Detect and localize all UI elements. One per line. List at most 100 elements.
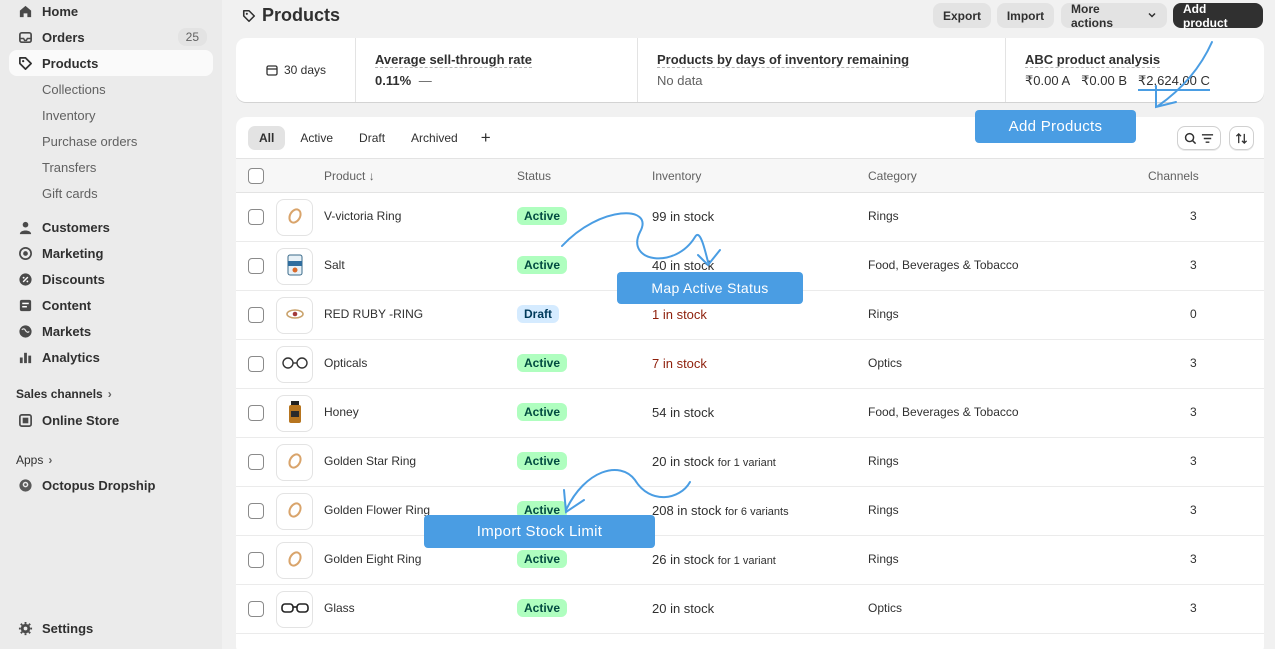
import-stock-limit-callout: Import Stock Limit	[424, 515, 655, 548]
sidebar-item-content[interactable]: Content	[9, 292, 213, 318]
category-value: Food, Beverages & Tobacco	[868, 405, 1019, 419]
channels-value: 3	[1190, 356, 1197, 370]
sidebar-item-marketing[interactable]: Marketing	[9, 240, 213, 266]
tab-draft[interactable]: Draft	[348, 126, 396, 150]
glasses-icon	[280, 601, 310, 618]
trend-dash: —	[418, 73, 432, 88]
tab-archived[interactable]: Archived	[400, 126, 469, 150]
search-filter-button[interactable]	[1177, 126, 1221, 150]
product-name[interactable]: Opticals	[324, 356, 367, 370]
target-icon	[18, 246, 33, 261]
row-checkbox[interactable]	[248, 552, 264, 568]
product-thumbnail	[276, 542, 313, 579]
channels-value: 3	[1190, 454, 1197, 468]
sidebar-subitem-gift-cards[interactable]: Gift cards	[42, 186, 98, 201]
select-all-checkbox[interactable]	[248, 168, 264, 184]
product-name[interactable]: RED RUBY -RING	[324, 307, 423, 321]
row-checkbox[interactable]	[248, 601, 264, 617]
sidebar-item-octopus-dropship[interactable]: Octopus Dropship	[9, 472, 213, 498]
inventory-variant-note: for 6 variants	[725, 506, 789, 518]
date-range-button[interactable]: 30 days	[236, 38, 356, 102]
discount-icon	[18, 272, 33, 287]
product-name[interactable]: V-victoria Ring	[324, 209, 401, 223]
inventory-value: 40 in stock	[652, 258, 715, 273]
table-row[interactable]: Golden Flower Ring Active 208 in stock f…	[236, 487, 1264, 536]
calendar-icon	[266, 64, 278, 76]
table-row[interactable]: Honey Active 54 in stock Food, Beverages…	[236, 389, 1264, 438]
inventory-value: 26 in stock	[652, 552, 715, 567]
product-name[interactable]: Salt	[324, 258, 345, 272]
status-badge: Active	[517, 256, 568, 274]
channels-value: 3	[1190, 405, 1197, 419]
column-header-category: Category	[868, 169, 917, 183]
export-button[interactable]: Export	[933, 3, 991, 28]
sidebar-item-analytics[interactable]: Analytics	[9, 344, 213, 370]
sidebar-item-label: Markets	[42, 323, 92, 339]
sidebar-item-orders[interactable]: Orders 25	[9, 24, 213, 50]
abc-values: ₹0.00 A ₹0.00 B ₹2,624.00 C	[1025, 73, 1245, 91]
sidebar-item-markets[interactable]: Markets	[9, 318, 213, 344]
more-actions-button[interactable]: More actions	[1061, 2, 1167, 30]
apps-section[interactable]: Apps ›	[16, 453, 52, 467]
product-name[interactable]: Golden Eight Ring	[324, 552, 421, 566]
abc-value-b: ₹0.00 B	[1081, 73, 1127, 88]
row-checkbox[interactable]	[248, 307, 264, 323]
table-row[interactable]: Glass Active 20 in stock Optics 3	[236, 585, 1264, 634]
sidebar-subitem-transfers[interactable]: Transfers	[42, 160, 96, 175]
home-icon	[18, 4, 33, 19]
page-title-text: Products	[262, 5, 341, 25]
row-checkbox[interactable]	[248, 503, 264, 519]
sidebar-subitem-inventory[interactable]: Inventory	[42, 108, 95, 123]
table-row[interactable]: Opticals Active 7 in stock Optics 3	[236, 340, 1264, 389]
chevron-right-icon: ›	[48, 453, 53, 467]
table-row[interactable]: Golden Eight Ring Active 26 in stock for…	[236, 536, 1264, 585]
sidebar-item-products[interactable]: Products	[9, 50, 213, 76]
table-row[interactable]: Golden Star Ring Active 20 in stock for …	[236, 438, 1264, 487]
sell-through-metric[interactable]: Average sell-through rate 0.11% —	[356, 38, 638, 102]
product-name[interactable]: Honey	[324, 405, 359, 419]
product-name[interactable]: Golden Flower Ring	[324, 503, 430, 517]
row-checkbox[interactable]	[248, 356, 264, 372]
sidebar-item-label: Octopus Dropship	[42, 477, 156, 493]
column-header-product[interactable]: Product ↓	[324, 169, 375, 183]
import-button[interactable]: Import	[997, 3, 1054, 28]
column-header-inventory: Inventory	[652, 169, 702, 183]
channels-value: 3	[1190, 258, 1197, 272]
sell-through-value-row: 0.11% —	[375, 73, 618, 88]
sidebar: Home Orders 25 Products Collections Inve…	[0, 0, 222, 649]
days-inventory-metric[interactable]: Products by days of inventory remaining …	[638, 38, 1006, 102]
channels-value: 0	[1190, 307, 1197, 321]
product-name[interactable]: Golden Star Ring	[324, 454, 416, 468]
sidebar-item-discounts[interactable]: Discounts	[9, 266, 213, 292]
row-checkbox[interactable]	[248, 454, 264, 470]
product-name[interactable]: Glass	[324, 601, 355, 615]
tab-active[interactable]: Active	[289, 126, 344, 150]
sidebar-item-customers[interactable]: Customers	[9, 214, 213, 240]
add-product-button[interactable]: Add product	[1173, 2, 1263, 30]
category-value: Rings	[868, 552, 899, 566]
globe-icon	[18, 324, 33, 339]
sidebar-item-settings[interactable]: Settings	[9, 615, 213, 641]
add-view-button[interactable]: +	[473, 127, 499, 149]
sidebar-subitem-collections[interactable]: Collections	[42, 82, 106, 97]
abc-analysis-metric[interactable]: ABC product analysis ₹0.00 A ₹0.00 B ₹2,…	[1006, 38, 1264, 102]
status-badge: Active	[517, 550, 568, 568]
sidebar-item-label: Analytics	[42, 349, 100, 365]
tab-all[interactable]: All	[248, 126, 286, 150]
table-row[interactable]: V-victoria Ring Active 99 in stock Rings…	[236, 193, 1264, 242]
product-thumbnail	[276, 395, 313, 432]
inventory-value: 20 in stock	[652, 601, 715, 616]
sort-button[interactable]	[1229, 126, 1254, 150]
sales-channels-section[interactable]: Sales channels ›	[16, 387, 112, 401]
row-checkbox[interactable]	[248, 405, 264, 421]
row-checkbox[interactable]	[248, 209, 264, 225]
inventory-variant-note: for 1 variant	[717, 457, 776, 469]
product-thumbnail	[276, 591, 313, 628]
filter-tabs: All Active Draft Archived +	[248, 126, 499, 150]
row-checkbox[interactable]	[248, 258, 264, 274]
sidebar-item-online-store[interactable]: Online Store	[9, 407, 213, 433]
sidebar-subitem-purchase-orders[interactable]: Purchase orders	[42, 134, 137, 149]
category-value: Food, Beverages & Tobacco	[868, 258, 1019, 272]
sidebar-item-home[interactable]: Home	[9, 0, 213, 24]
analytics-card: 30 days Average sell-through rate 0.11% …	[236, 38, 1264, 102]
